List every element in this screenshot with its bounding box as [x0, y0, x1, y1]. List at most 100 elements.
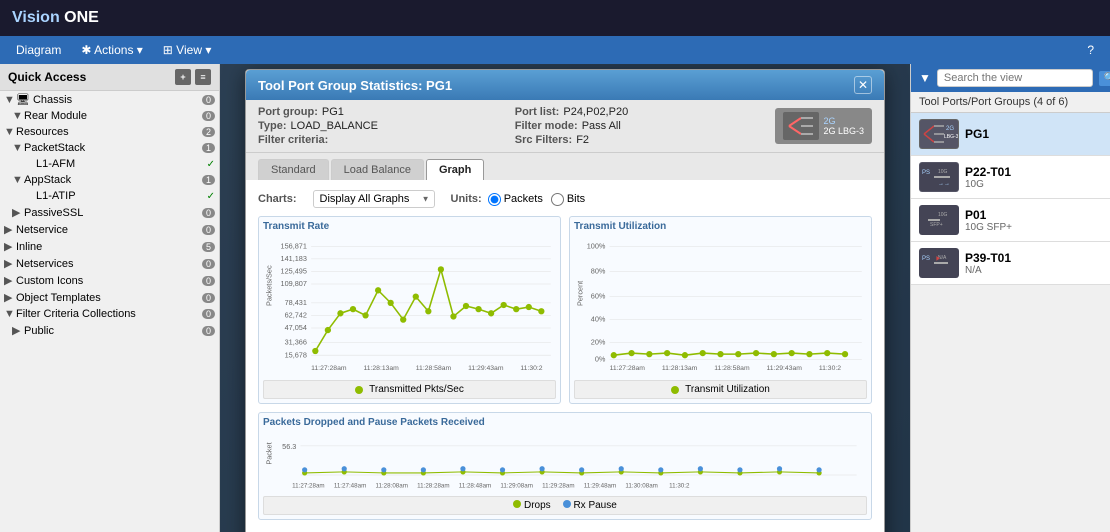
svg-text:78,431: 78,431	[285, 298, 307, 307]
port-icon-p39t01: PS N/A	[919, 248, 959, 278]
packets-dropped-svg: 56.3 Packet	[263, 432, 867, 492]
sidebar-item-label: Netservice	[16, 224, 200, 236]
sidebar-icon-settings[interactable]: ≡	[195, 69, 211, 85]
port-speed-p22t01: 10G	[965, 179, 1102, 190]
sidebar-item-filter-criteria[interactable]: ▼ Filter Criteria Collections 0	[0, 306, 219, 322]
svg-text:11:27:48am: 11:27:48am	[334, 483, 366, 490]
legend-label-drops: Drops	[524, 500, 551, 511]
radio-packets[interactable]: Packets	[488, 193, 543, 206]
sidebar-item-netservices[interactable]: ▶ Netservices 0	[0, 255, 219, 272]
check-icon: ✓	[207, 191, 215, 202]
tree-toggle: ▼	[12, 110, 24, 122]
transmit-utilization-svg: 100% 80% 60% 40% 20% 0% Percent	[574, 236, 867, 376]
resources-badge: 2	[202, 127, 215, 137]
sidebar-item-l1afm[interactable]: L1-AFM ✓	[0, 156, 219, 172]
type-value: LOAD_BALANCE	[291, 120, 378, 132]
sidebar-item-chassis[interactable]: ▼ 🖥 Chassis 0	[0, 91, 219, 108]
charts-select[interactable]: Display All Graphs Display NI Graphs Tra…	[313, 190, 435, 208]
port-list-row: Port list: P24,P02,P20	[515, 106, 764, 118]
actions-nav[interactable]: ✱ Actions ▾	[75, 41, 148, 59]
sidebar-item-l1atip[interactable]: L1-ATIP ✓	[0, 188, 219, 204]
tree-toggle: ▼	[12, 142, 24, 154]
sidebar-item-resources[interactable]: ▼ Resources 2	[0, 124, 219, 140]
filter-mode-row: Filter mode: Pass All	[515, 120, 764, 132]
sidebar-item-label: Inline	[16, 241, 200, 253]
chassis-icon: 🖥	[16, 93, 30, 106]
tab-load-balance[interactable]: Load Balance	[331, 159, 424, 180]
port-icon-pg1: 2G LBG-3	[919, 119, 959, 149]
sidebar-item-inline[interactable]: ▶ Inline 5	[0, 238, 219, 255]
sidebar-header-icons: + ≡	[175, 69, 211, 85]
tab-standard[interactable]: Standard	[258, 159, 329, 180]
diagram-nav[interactable]: Diagram	[10, 41, 67, 59]
port-item-p22t01[interactable]: PS →→ 10G P22-T01 10G	[911, 156, 1110, 199]
sidebar-item-label: Chassis	[33, 94, 200, 106]
tree-toggle: ▶	[4, 257, 16, 270]
sidebar-item-object-templates[interactable]: ▶ Object Templates 0	[0, 289, 219, 306]
legend-dot-rxpause	[563, 500, 571, 508]
units-group: Units: Packets Bits	[451, 193, 586, 206]
transmit-utilization-legend: Transmit Utilization	[574, 380, 867, 399]
packets-dropped-title: Packets Dropped and Pause Packets Receiv…	[263, 417, 867, 428]
sidebar-item-label: Rear Module	[24, 110, 200, 122]
src-filters-value: F2	[576, 134, 589, 146]
filter-criteria-label: Filter criteria:	[258, 134, 328, 146]
svg-text:0%: 0%	[595, 354, 606, 363]
transmit-utilization-title: Transmit Utilization	[574, 221, 867, 232]
p01-icon-svg: 10G SFP+	[920, 206, 958, 234]
svg-text:11:28:28am: 11:28:28am	[417, 483, 449, 490]
sidebar-item-label: L1-ATIP	[36, 190, 205, 202]
port-info-pg1: PG1	[965, 127, 1102, 141]
radio-bits-input[interactable]	[551, 193, 564, 206]
statistics-modal: Tool Port Group Statistics: PG1 ✕ Port g…	[245, 69, 885, 532]
search-input[interactable]	[937, 69, 1093, 87]
sidebar-item-rear-module[interactable]: ▼ Rear Module 0	[0, 108, 219, 124]
svg-text:11:29:08am: 11:29:08am	[500, 483, 532, 490]
port-speed-p01: 10G SFP+	[965, 222, 1102, 233]
sidebar-item-label: PassiveSSL	[24, 207, 200, 219]
svg-text:11:28:58am: 11:28:58am	[714, 365, 750, 372]
sidebar-item-packetstack[interactable]: ▼ PacketStack 1	[0, 140, 219, 156]
svg-text:109,807: 109,807	[281, 279, 307, 288]
src-filters-label: Src Filters:	[515, 134, 572, 146]
help-nav[interactable]: ?	[1081, 41, 1100, 59]
transmit-rate-panel: Transmit Rate 156,871 141,183 125,495 10…	[258, 216, 561, 404]
secondary-nav: Diagram ✱ Actions ▾ ⊞ View ▾ ?	[0, 36, 1110, 64]
svg-text:11:29:43am: 11:29:43am	[767, 365, 803, 372]
sidebar-item-public[interactable]: ▶ Public 0	[0, 322, 219, 339]
right-panel: ▼ 🔍 ? Tool Ports/Port Groups (4 of 6) 2G…	[910, 64, 1110, 532]
sidebar-icon-add[interactable]: +	[175, 69, 191, 85]
svg-text:60%: 60%	[591, 292, 606, 301]
sidebar-item-label: Filter Criteria Collections	[16, 308, 200, 320]
svg-text:62,742: 62,742	[285, 311, 307, 320]
sidebar-item-passivessl[interactable]: ▶ PassiveSSL 0	[0, 204, 219, 221]
custom-icons-badge: 0	[202, 276, 215, 286]
svg-text:11:28:13am: 11:28:13am	[363, 365, 399, 372]
radio-packets-input[interactable]	[488, 193, 501, 206]
svg-text:125,495: 125,495	[281, 267, 307, 276]
sidebar-item-custom-icons[interactable]: ▶ Custom Icons 0	[0, 272, 219, 289]
tab-graph[interactable]: Graph	[426, 159, 484, 180]
radio-bits[interactable]: Bits	[551, 193, 585, 206]
sidebar-item-appstack[interactable]: ▼ AppStack 1	[0, 172, 219, 188]
svg-text:PS: PS	[922, 256, 930, 262]
type-label: Type:	[258, 120, 287, 132]
port-item-p39t01[interactable]: PS N/A P39-T01 N/A	[911, 242, 1110, 285]
port-item-pg1[interactable]: 2G LBG-3 PG1	[911, 113, 1110, 156]
svg-text:156,871: 156,871	[281, 241, 307, 250]
port-name-p39t01: P39-T01	[965, 251, 1102, 265]
check-icon: ✓	[207, 159, 215, 170]
sidebar-item-label: L1-AFM	[36, 158, 205, 170]
svg-text:11:30:2: 11:30:2	[520, 365, 542, 372]
port-item-p01[interactable]: 10G SFP+ P01 10G SFP+	[911, 199, 1110, 242]
search-button[interactable]: 🔍	[1099, 71, 1110, 86]
legend-drops: Drops	[513, 500, 550, 511]
port-group-tag: 2G 2G LBG-3	[823, 116, 864, 136]
tree-toggle: ▶	[12, 324, 24, 337]
charts-grid: Transmit Rate 156,871 141,183 125,495 10…	[258, 216, 872, 404]
modal-close-button[interactable]: ✕	[854, 76, 872, 94]
tree-toggle: ▶	[4, 240, 16, 253]
sidebar-item-netservice[interactable]: ▶ Netservice 0	[0, 221, 219, 238]
src-filters-row: Src Filters: F2	[515, 134, 764, 146]
view-nav[interactable]: ⊞ View ▾	[157, 41, 218, 59]
